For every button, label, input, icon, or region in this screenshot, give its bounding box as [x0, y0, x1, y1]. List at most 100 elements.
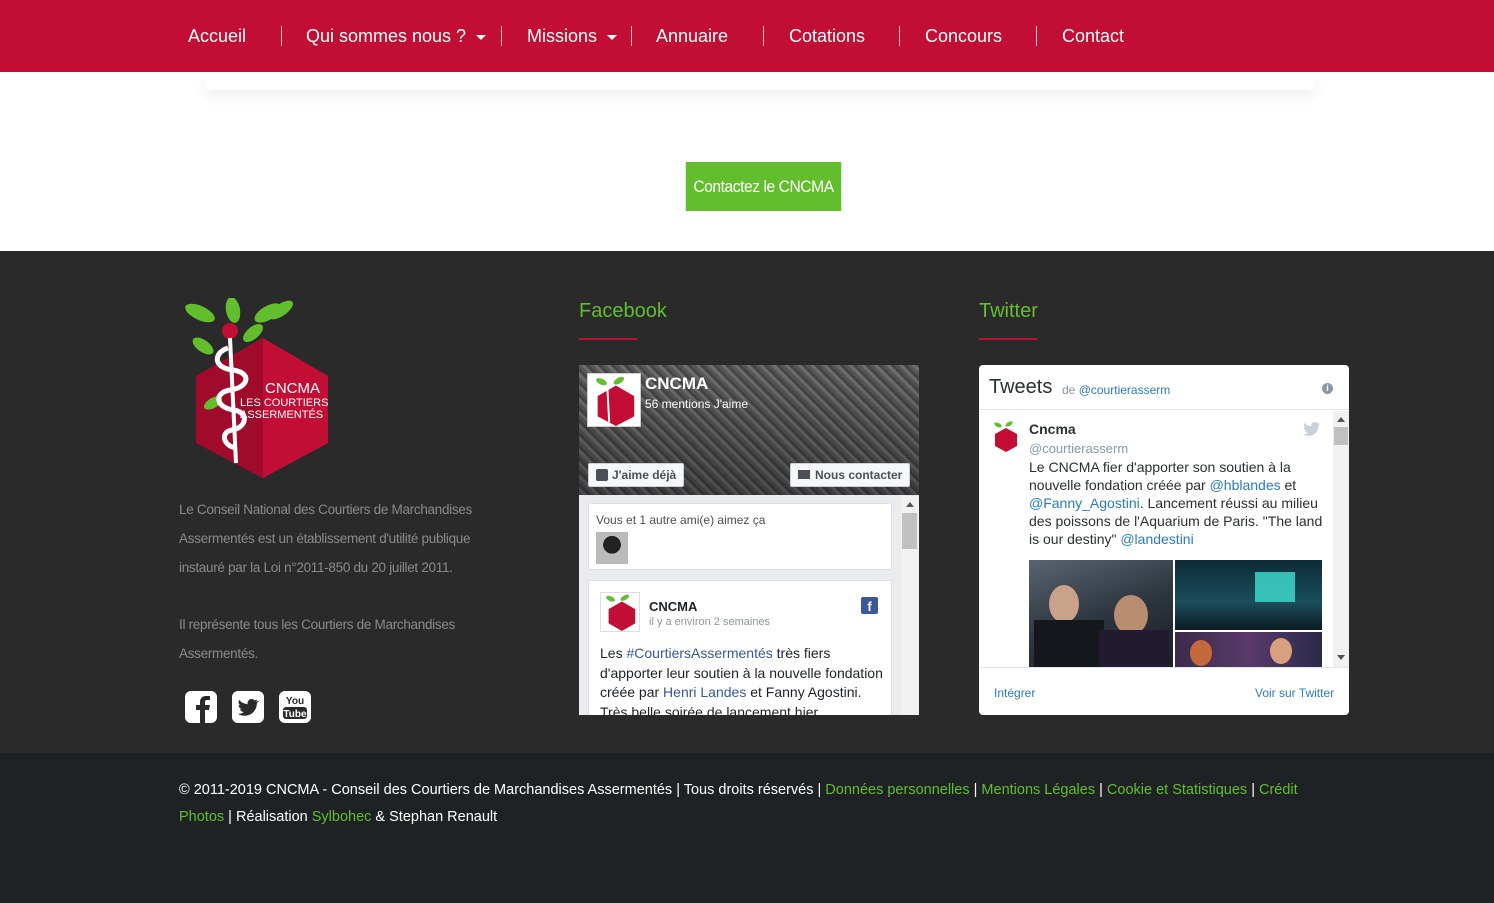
nav-item-label: Qui sommes nous ? [306, 26, 467, 46]
copyright-text: © 2011-2019 CNCMA - Conseil des Courtier… [179, 777, 1319, 831]
twitter-bird-icon[interactable] [1303, 422, 1320, 436]
author-name: & Stephan Renault [371, 809, 498, 825]
logo-text-line3: ASSERMENTÉS [240, 408, 323, 421]
youtube-label-bottom: Tube [283, 709, 307, 720]
twitter-timeline-widget: Tweets de @courtierasserm i Cncma @court… [979, 365, 1349, 715]
nav-separator [631, 26, 632, 46]
cncma-logo-small [994, 421, 1017, 452]
twitter-handle-link[interactable]: @courtierasserm [1079, 383, 1171, 397]
facebook-friends-card: Vous et 1 autre ami(e) aimez ça [588, 503, 892, 570]
twitter-widget-header: Tweets de @courtierasserm i [979, 365, 1349, 410]
link-separator: | [1247, 782, 1259, 798]
facebook-section-title: Facebook [579, 300, 667, 322]
facebook-post: CNCMA il y a environ 2 semaines f Les #C… [588, 580, 892, 715]
nav-separator [763, 26, 764, 46]
facebook-contact-button[interactable]: Nous contacter [790, 463, 911, 487]
post-text: Les #CourtiersAssermentés très fiers d'a… [600, 644, 884, 715]
tweet-mention-link[interactable]: @landestini [1120, 531, 1193, 547]
envelope-icon [798, 470, 810, 479]
tweet-author-avatar[interactable] [991, 420, 1019, 452]
nav-item-concours[interactable]: Concours [925, 0, 1002, 72]
twitter-widget-title: Tweets [989, 376, 1053, 398]
chevron-down-icon [607, 34, 618, 40]
scroll-up-icon[interactable] [906, 502, 914, 507]
tweet-mention-link[interactable]: @Fanny_Agostini [1029, 495, 1140, 511]
post-text-part: Les [600, 645, 627, 661]
twitter-icon[interactable] [231, 690, 265, 724]
nav-item-contact[interactable]: Contact [1062, 0, 1124, 72]
nav-separator [899, 26, 900, 46]
cncma-logo: CNCMA LES COURTIERS ASSERMENTÉS [185, 298, 328, 478]
tweet-text: Le CNCMA fier d'apporter son soutien à l… [1029, 458, 1329, 548]
nav-item-annuaire[interactable]: Annuaire [656, 0, 728, 72]
logo-text-cncma: CNCMA [265, 380, 320, 397]
post-mention-link[interactable]: Henri Landes [663, 684, 746, 700]
twitter-view-link[interactable]: Voir sur Twitter [1255, 686, 1334, 700]
facebook-page-avatar[interactable] [587, 373, 641, 427]
post-timestamp[interactable]: il y a environ 2 semaines [649, 616, 770, 628]
tweet-media-gallery[interactable] [1029, 560, 1322, 667]
tweet-author-handle[interactable]: @courtierasserm [1029, 441, 1128, 456]
scroll-down-icon[interactable] [1337, 655, 1345, 660]
tweet-mention-link[interactable]: @hblandes [1210, 477, 1281, 493]
nav-item-missions[interactable]: Missions [527, 0, 618, 72]
nav-item-qui-sommes-nous[interactable]: Qui sommes nous ? [306, 0, 487, 72]
nav-item-cotations[interactable]: Cotations [789, 0, 865, 72]
legal-notice-link[interactable]: Mentions Légales [981, 782, 1095, 798]
youtube-icon[interactable]: You Tube [278, 690, 312, 724]
tweet-text-part: et [1280, 477, 1297, 493]
facebook-icon[interactable] [184, 690, 218, 724]
twitter-embed-link[interactable]: Intégrer [994, 686, 1035, 700]
scroll-up-icon[interactable] [1337, 417, 1345, 422]
tweet-author-name[interactable]: Cncma [1029, 421, 1076, 437]
byline-prefix: de [1062, 383, 1076, 397]
facebook-friends-text: Vous et 1 autre ami(e) aimez ça [596, 513, 766, 527]
twitter-widget-byline: de @courtierasserm [1062, 383, 1170, 397]
logo-text-line2: LES COURTIERS [240, 397, 328, 409]
friend-avatar[interactable] [596, 532, 628, 564]
nav-item-accueil[interactable]: Accueil [188, 0, 246, 72]
title-underline [979, 338, 1037, 340]
tweet-photo[interactable] [1029, 560, 1173, 667]
contact-cncma-button[interactable]: Contactez le CNCMA [685, 162, 842, 211]
copyright-notice: © 2011-2019 CNCMA - Conseil des Courtier… [179, 782, 826, 798]
twitter-scrollbar[interactable] [1333, 411, 1349, 667]
facebook-like-button[interactable]: J'aime déjà [588, 463, 685, 487]
post-hashtag-link[interactable]: #CourtiersAssermentés [626, 645, 772, 661]
nav-item-label: Missions [527, 26, 598, 46]
youtube-label-top: You [286, 696, 304, 707]
link-separator: | [1095, 782, 1107, 798]
info-icon[interactable]: i [1322, 383, 1333, 394]
about-paragraph: Le Conseil National des Courtiers de Mar… [179, 502, 472, 575]
privacy-link[interactable]: Données personnelles [825, 782, 969, 798]
facebook-likes-count: 56 mentions J'aime [645, 397, 749, 411]
nav-separator [501, 26, 502, 46]
facebook-small-icon [596, 469, 608, 481]
sylbohec-link[interactable]: Sylbohec [312, 809, 372, 825]
title-underline [579, 338, 637, 340]
about-paragraph-2: Il représente tous les Courtiers de Marc… [179, 617, 455, 661]
post-author-name[interactable]: CNCMA [649, 599, 697, 614]
nav-separator [281, 26, 282, 46]
cookies-link[interactable]: Cookie et Statistiques [1107, 782, 1247, 798]
twitter-section-title: Twitter [979, 300, 1038, 322]
cncma-logo-small [606, 594, 636, 631]
link-separator: | [969, 782, 982, 798]
facebook-icon[interactable]: f [861, 597, 878, 614]
realisation-text: | Réalisation [224, 809, 312, 825]
cncma-logo-small [596, 376, 635, 426]
facebook-like-label: J'aime déjà [612, 468, 677, 482]
facebook-scrollbar-thumb[interactable] [902, 513, 917, 549]
content-card-edge [205, 72, 1315, 90]
tweet-photo[interactable] [1175, 632, 1322, 667]
chevron-down-icon [476, 34, 487, 40]
tweet-photo[interactable] [1175, 560, 1322, 630]
twitter-widget-footer: Intégrer Voir sur Twitter [979, 667, 1349, 715]
main-navigation: Accueil Qui sommes nous ? Missions Annua… [0, 0, 1494, 72]
twitter-scrollbar-thumb[interactable] [1334, 427, 1348, 445]
facebook-contact-label: Nous contacter [815, 468, 903, 482]
post-author-avatar[interactable] [600, 592, 640, 632]
facebook-page-name[interactable]: CNCMA [645, 374, 708, 394]
nav-separator [1036, 26, 1037, 46]
facebook-page-widget: CNCMA 56 mentions J'aime J'aime déjà Nou… [579, 365, 919, 715]
